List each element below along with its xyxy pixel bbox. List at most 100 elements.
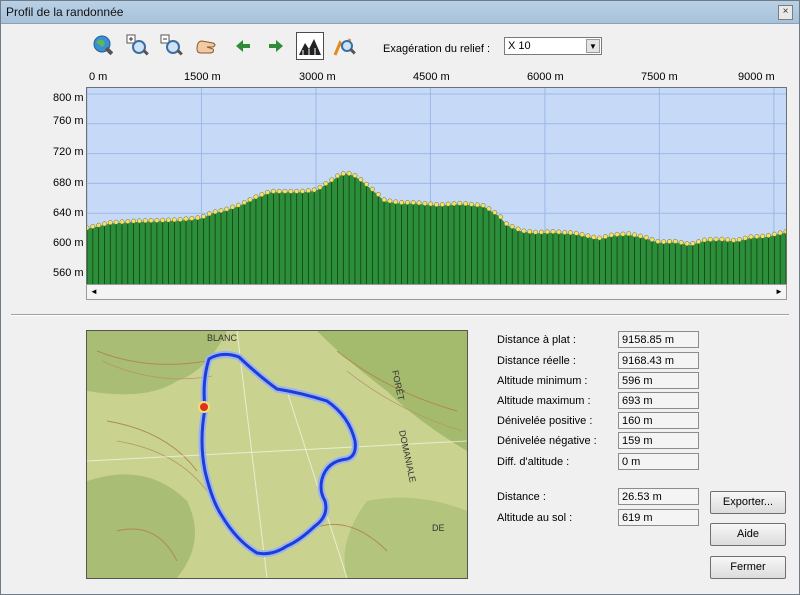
chevron-down-icon[interactable]: ▼ xyxy=(586,39,600,53)
elevation-point xyxy=(352,173,358,178)
x-tick-label: 3000 m xyxy=(299,71,336,83)
elevation-point xyxy=(498,214,504,220)
elevation-point xyxy=(288,188,294,194)
elevation-point xyxy=(218,208,224,214)
elevation-point xyxy=(690,240,696,246)
elevation-point xyxy=(148,218,154,223)
globe-zoom-icon[interactable] xyxy=(90,33,116,59)
elevation-point xyxy=(340,171,346,177)
arrow-left-icon[interactable] xyxy=(230,33,256,59)
scroll-right-icon[interactable]: ► xyxy=(772,285,786,299)
elevation-point xyxy=(672,238,678,244)
elevation-point xyxy=(608,232,614,238)
stat-value-altitude-diff: 0 m xyxy=(618,453,699,470)
elevation-point xyxy=(346,171,352,176)
elevation-point xyxy=(771,231,777,237)
elevation-point xyxy=(602,234,608,240)
elevation-point xyxy=(294,188,300,194)
exaggeration-select[interactable]: X 10 ▼ xyxy=(504,37,602,55)
elevation-point xyxy=(492,209,498,215)
elevation-point xyxy=(300,188,305,194)
elevation-point xyxy=(667,239,672,244)
profile-scrollbar[interactable]: ◄ ► xyxy=(86,284,787,300)
elevation-point xyxy=(742,235,748,241)
elevation-point xyxy=(323,181,329,187)
stat-value-min-altitude: 596 m xyxy=(618,372,699,389)
elevation-point xyxy=(696,239,702,245)
elevation-point xyxy=(509,224,515,229)
x-tick-label: 6000 m xyxy=(527,71,564,83)
elevation-point xyxy=(136,218,142,224)
elevation-point xyxy=(637,233,643,239)
elevation-point xyxy=(736,237,742,243)
close-window-button[interactable]: × xyxy=(778,5,793,20)
elevation-point xyxy=(119,219,125,225)
elevation-point xyxy=(702,237,707,243)
elevation-point xyxy=(276,188,282,194)
route-search-icon[interactable] xyxy=(332,33,358,59)
x-tick-label: 4500 m xyxy=(413,71,450,83)
elevation-point xyxy=(265,189,271,195)
pan-hand-icon[interactable] xyxy=(193,33,219,59)
elevation-point xyxy=(614,231,620,237)
elevation-point xyxy=(632,232,637,238)
close-button[interactable]: Fermer xyxy=(710,556,786,579)
terrain-profile-icon[interactable] xyxy=(296,32,324,60)
elevation-point xyxy=(538,229,544,235)
elevation-point xyxy=(358,177,364,182)
elevation-point xyxy=(725,237,731,243)
elevation-point xyxy=(410,200,416,205)
y-tick-label: 640 m xyxy=(53,207,84,219)
stat-label: Dénivelée positive : xyxy=(497,415,593,427)
cursor-altitude-value: 619 m xyxy=(618,509,699,526)
section-divider xyxy=(11,314,789,316)
elevation-point xyxy=(661,239,667,245)
elevation-point xyxy=(486,206,492,212)
title-bar[interactable]: Profil de la randonnée × xyxy=(1,1,799,24)
elevation-point xyxy=(713,236,719,242)
y-tick-label: 680 m xyxy=(53,177,84,189)
elevation-profile-chart[interactable] xyxy=(84,87,789,285)
elevation-point xyxy=(585,233,591,239)
elevation-point xyxy=(189,215,195,221)
elevation-point xyxy=(463,201,469,207)
help-button[interactable]: Aide xyxy=(710,523,786,546)
elevation-point xyxy=(544,229,550,235)
zoom-in-icon[interactable] xyxy=(125,33,151,59)
stat-value-positive-gain: 160 m xyxy=(618,412,699,429)
elevation-point xyxy=(649,237,655,242)
stat-label: Diff. d'altitude : xyxy=(497,456,570,468)
elevation-point xyxy=(445,201,451,207)
elevation-point xyxy=(515,226,521,232)
route-map[interactable]: BLANC FORÊT DOMANIALE DE xyxy=(86,330,468,579)
cursor-distance-label: Distance : xyxy=(497,491,546,503)
elevation-point xyxy=(270,188,276,194)
elevation-point xyxy=(247,197,253,203)
zoom-out-icon[interactable] xyxy=(159,33,185,59)
elevation-point xyxy=(177,217,183,222)
elevation-point xyxy=(102,221,107,227)
cursor-altitude-label: Altitude au sol : xyxy=(497,512,573,524)
elevation-point xyxy=(404,200,410,205)
elevation-point xyxy=(562,229,568,235)
stat-value-flat-distance: 9158.85 m xyxy=(618,331,699,348)
arrow-right-icon[interactable] xyxy=(263,33,289,59)
x-tick-label: 7500 m xyxy=(641,71,678,83)
elevation-point xyxy=(381,197,387,203)
elevation-point xyxy=(84,225,90,231)
elevation-point xyxy=(259,192,265,198)
elevation-point xyxy=(166,217,171,223)
y-tick-label: 600 m xyxy=(53,237,84,249)
elevation-point xyxy=(253,194,259,200)
scroll-left-icon[interactable]: ◄ xyxy=(87,285,101,299)
elevation-point xyxy=(241,200,247,205)
stat-label: Distance réelle : xyxy=(497,355,576,367)
elevation-point xyxy=(317,184,323,190)
elevation-point xyxy=(399,200,405,205)
elevation-point xyxy=(474,202,480,208)
export-button[interactable]: Exporter... xyxy=(710,491,786,514)
elevation-point xyxy=(451,201,457,207)
elevation-point xyxy=(597,235,603,241)
elevation-point xyxy=(335,173,340,179)
map-label: BLANC xyxy=(207,333,238,343)
